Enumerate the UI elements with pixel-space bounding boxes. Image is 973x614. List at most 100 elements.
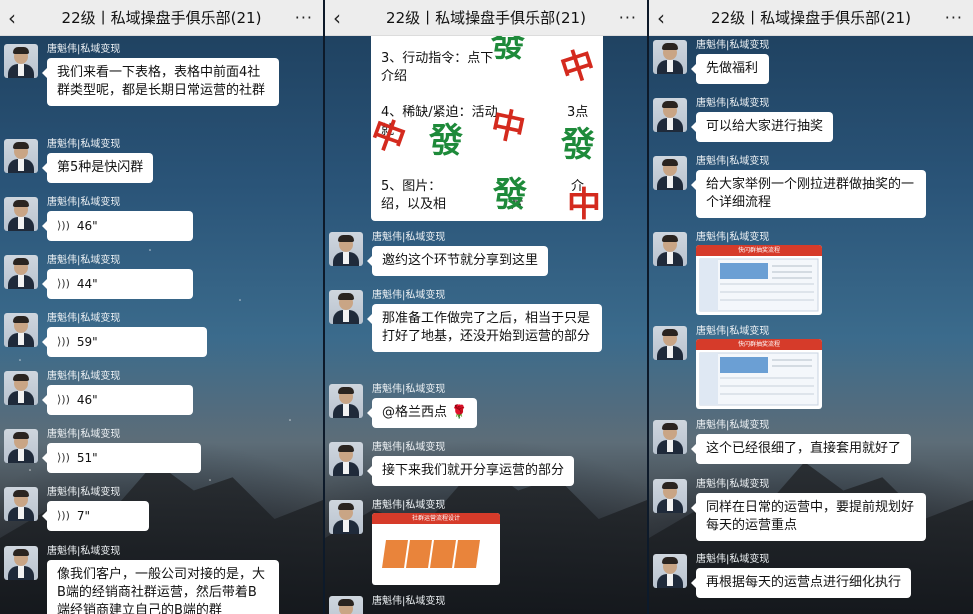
- voice-message[interactable]: ⟩)) 7": [42, 501, 149, 531]
- voice-wave-icon: ⟩)): [57, 219, 70, 232]
- message: 唐魁伟|私域变现 接下来我们就开分享运营的部分: [329, 442, 575, 486]
- message: 唐魁伟|私域变现 邀约这个环节就分享到这里: [329, 232, 549, 276]
- voice-wave-icon: ⟩)): [57, 451, 70, 464]
- avatar[interactable]: [653, 554, 687, 588]
- message: 唐魁伟|私域变现 我们来看一下表格，表格中前面4社群类型呢，都是长期日常运营的社…: [4, 44, 279, 106]
- sender-name: 唐魁伟|私域变现: [696, 156, 770, 167]
- voice-wave-icon: ⟩)): [57, 509, 70, 522]
- chat-header: ‹ 22级丨私域操盘手俱乐部(21) ···: [0, 0, 323, 36]
- message-bubble[interactable]: 先做福利: [690, 54, 770, 84]
- avatar[interactable]: [653, 479, 687, 513]
- chat-title: 22级丨私域操盘手俱乐部(21): [386, 9, 586, 27]
- more-icon[interactable]: ···: [295, 8, 313, 27]
- mention-bubble[interactable]: @格兰西点 🌹: [366, 398, 478, 428]
- back-icon[interactable]: ‹: [333, 6, 341, 30]
- message: 唐魁伟|私域变现 ⟩)) 46": [4, 197, 193, 241]
- voice-message[interactable]: ⟩)) 59": [42, 327, 207, 357]
- message-bubble[interactable]: 可以给大家进行抽奖: [690, 112, 834, 142]
- message: 唐魁伟|私域变现 第5种是快闪群: [4, 139, 154, 183]
- message-bubble[interactable]: 同样在日常的运营中，要提前规划好每天的运营重点: [691, 493, 926, 541]
- sender-name: 唐魁伟|私域变现: [372, 384, 446, 395]
- sender-name: 唐魁伟|私域变现: [372, 442, 446, 453]
- avatar[interactable]: [653, 98, 687, 132]
- avatar[interactable]: [329, 500, 363, 534]
- avatar[interactable]: [653, 420, 687, 454]
- avatar[interactable]: [4, 487, 38, 521]
- image-message[interactable]: 快闪群抽奖流程: [696, 245, 822, 315]
- sender-name: 唐魁伟|私域变现: [696, 326, 770, 337]
- message: 唐魁伟|私域变现 像我们客户，一般公司对接的是，大B端的经销商社群运营，然后带着…: [4, 546, 279, 614]
- message: 唐魁伟|私域变现 再根据每天的运营点进行细化执行: [653, 554, 912, 598]
- avatar[interactable]: [4, 255, 38, 289]
- avatar[interactable]: [653, 156, 687, 190]
- sender-name: 唐魁伟|私域变现: [372, 290, 446, 301]
- message-bubble[interactable]: 再根据每天的运营点进行细化执行: [690, 568, 912, 598]
- sender-name: 唐魁伟|私域变现: [696, 554, 770, 565]
- message: 唐魁伟|私域变现 社群运营流程设计: [329, 500, 500, 585]
- voice-wave-icon: ⟩)): [57, 335, 70, 348]
- text-fragment: 绍，以及相: [381, 197, 447, 212]
- text-fragment: 3、行动指令：点下: [381, 51, 494, 66]
- avatar[interactable]: [653, 40, 687, 74]
- image-title-bar: 快闪群抽奖流程: [696, 245, 822, 256]
- avatar[interactable]: [329, 384, 363, 418]
- sender-name: 唐魁伟|私域变现: [372, 596, 446, 607]
- message-bubble[interactable]: 第5种是快闪群: [41, 153, 154, 183]
- message-bubble[interactable]: 给大家举例一个刚拉进群做抽奖的一个详细流程: [691, 170, 926, 218]
- image-message[interactable]: 快闪群抽奖流程: [696, 339, 822, 409]
- avatar[interactable]: [4, 197, 38, 231]
- avatar[interactable]: [4, 429, 38, 463]
- mahjong-zhong-icon: 中: [487, 103, 529, 151]
- message-bubble-partial[interactable]: 3、行动指令：点下 介绍 4、稀缺/紧迫：活动 3点 就 5、图片： 介 绍，以…: [371, 36, 603, 221]
- avatar[interactable]: [4, 546, 38, 580]
- voice-wave-icon: ⟩)): [57, 393, 70, 406]
- voice-duration: 51": [76, 451, 98, 465]
- message-bubble[interactable]: 接下来我们就开分享运营的部分: [366, 456, 575, 486]
- sender-name: 唐魁伟|私域变现: [47, 546, 121, 557]
- text-fragment: 介绍: [381, 69, 408, 84]
- back-icon[interactable]: ‹: [657, 6, 665, 30]
- sender-name: 唐魁伟|私域变现: [696, 232, 770, 243]
- avatar[interactable]: [653, 326, 687, 360]
- avatar[interactable]: [329, 442, 363, 476]
- image-title-bar: 社群运营流程设计: [372, 513, 500, 524]
- voice-duration: 59": [76, 335, 98, 349]
- avatar[interactable]: [4, 44, 38, 78]
- sender-name: 唐魁伟|私域变现: [696, 420, 770, 431]
- message-bubble[interactable]: 像我们客户，一般公司对接的是，大B端的经销商社群运营，然后带着B端经销商建立自己…: [47, 560, 279, 614]
- message: 唐魁伟|私域变现 快闪群抽奖流程: [653, 232, 822, 315]
- sender-name: 唐魁伟|私域变现: [372, 232, 446, 243]
- avatar[interactable]: [4, 313, 38, 347]
- avatar[interactable]: [653, 232, 687, 266]
- message-bubble[interactable]: 这个已经很细了，直接套用就好了: [690, 434, 912, 464]
- voice-message[interactable]: ⟩)) 51": [42, 443, 201, 473]
- more-icon[interactable]: ···: [945, 8, 963, 27]
- message: 唐魁伟|私域变现 ⟩)) 59": [4, 313, 207, 357]
- image-message[interactable]: 社群运营流程设计: [372, 513, 500, 585]
- avatar[interactable]: [329, 232, 363, 266]
- message-bubble[interactable]: 邀约这个环节就分享到这里: [366, 246, 549, 276]
- text-fragment: 5、图片：: [381, 179, 442, 194]
- avatar[interactable]: [4, 371, 38, 405]
- image-title-bar: 快闪群抽奖流程: [696, 339, 822, 350]
- voice-message[interactable]: ⟩)) 46": [42, 211, 193, 241]
- voice-message[interactable]: ⟩)) 44": [42, 269, 193, 299]
- mahjong-zhong-icon: 中: [371, 112, 411, 162]
- back-icon[interactable]: ‹: [8, 6, 16, 30]
- mahjong-fa-icon: 發: [561, 125, 595, 165]
- voice-message[interactable]: ⟩)) 46": [42, 385, 193, 415]
- sender-name: 唐魁伟|私域变现: [47, 197, 121, 208]
- message-bubble[interactable]: 我们来看一下表格，表格中前面4社群类型呢，都是长期日常运营的社群: [42, 58, 279, 106]
- voice-wave-icon: ⟩)): [57, 277, 70, 290]
- sender-name: 唐魁伟|私域变现: [696, 479, 770, 490]
- avatar[interactable]: [329, 596, 363, 614]
- avatar[interactable]: [4, 139, 38, 173]
- avatar[interactable]: [329, 290, 363, 324]
- message: 唐魁伟|私域变现 ⟩)) 7": [4, 487, 149, 531]
- mahjong-zhong-icon: 中: [555, 42, 601, 92]
- message-bubble[interactable]: 那准备工作做完了之后，相当于只是打好了地基，还没开始到运营的部分: [367, 304, 602, 352]
- table-thumbnail: [699, 352, 819, 406]
- sender-name: 唐魁伟|私域变现: [47, 313, 121, 324]
- more-icon[interactable]: ···: [619, 8, 637, 27]
- message: 唐魁伟|私域变现 快闪群抽奖流程: [653, 326, 822, 409]
